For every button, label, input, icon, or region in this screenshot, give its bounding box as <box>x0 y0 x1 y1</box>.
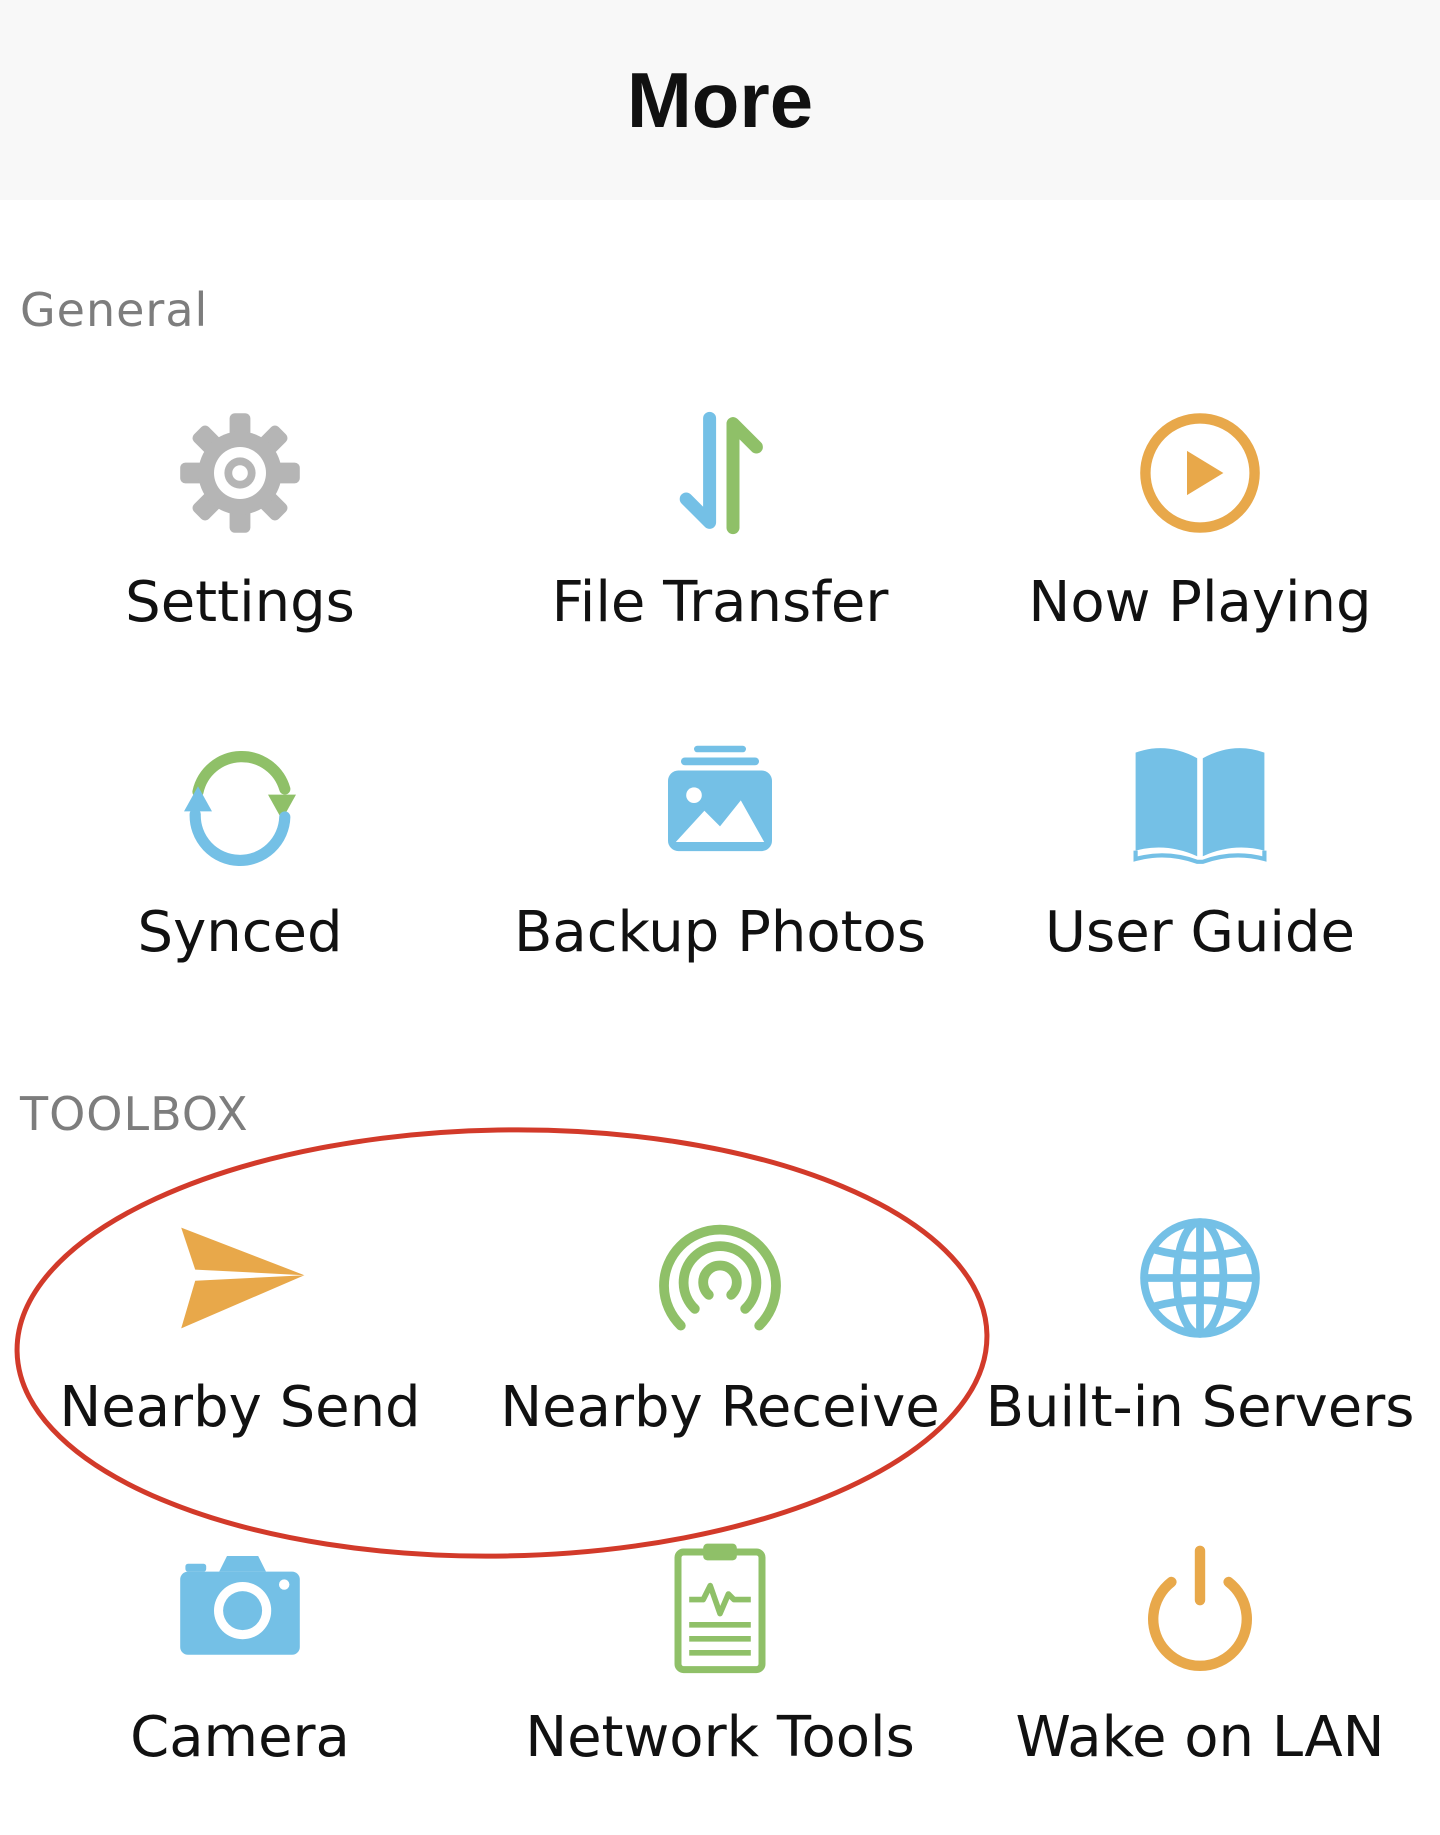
page-title: More <box>626 55 814 144</box>
header-bar: More <box>0 0 1440 200</box>
built-in-servers-tile[interactable]: Built-in Servers <box>960 1185 1440 1485</box>
backup-photos-tile[interactable]: Backup Photos <box>480 710 960 1010</box>
synced-tile[interactable]: Synced <box>0 710 480 1010</box>
file-transfer-label: File Transfer <box>551 570 889 635</box>
clipboard-pulse-icon <box>645 1533 795 1683</box>
paper-plane-icon <box>165 1203 315 1353</box>
settings-tile[interactable]: Settings <box>0 380 480 680</box>
nearby-send-label: Nearby Send <box>59 1375 421 1440</box>
gear-icon <box>165 398 315 548</box>
wake-on-lan-label: Wake on LAN <box>1015 1705 1385 1770</box>
nearby-receive-label: Nearby Receive <box>500 1375 940 1440</box>
camera-tile[interactable]: Camera <box>0 1515 480 1815</box>
transfer-arrows-icon <box>645 398 795 548</box>
built-in-servers-label: Built-in Servers <box>985 1375 1415 1440</box>
file-transfer-tile[interactable]: File Transfer <box>480 380 960 680</box>
wake-on-lan-tile[interactable]: Wake on LAN <box>960 1515 1440 1815</box>
backup-photos-label: Backup Photos <box>514 900 926 965</box>
network-tools-label: Network Tools <box>525 1705 915 1770</box>
nearby-receive-tile[interactable]: Nearby Receive <box>480 1185 960 1485</box>
power-icon <box>1125 1533 1275 1683</box>
globe-icon <box>1125 1203 1275 1353</box>
photo-stack-icon <box>645 728 795 878</box>
nearby-send-tile[interactable]: Nearby Send <box>0 1185 480 1485</box>
user-guide-label: User Guide <box>1045 900 1355 965</box>
section-title-toolbox: TOOLBOX <box>20 1087 249 1141</box>
radar-receive-icon <box>645 1203 795 1353</box>
settings-label: Settings <box>125 570 355 635</box>
sync-icon <box>165 728 315 878</box>
user-guide-tile[interactable]: User Guide <box>960 710 1440 1010</box>
now-playing-label: Now Playing <box>1028 570 1372 635</box>
open-book-icon <box>1125 728 1275 878</box>
synced-label: Synced <box>137 900 343 965</box>
camera-icon <box>165 1533 315 1683</box>
more-screen: More General Settings File Transfer Now … <box>0 0 1440 1835</box>
camera-label: Camera <box>130 1705 350 1770</box>
network-tools-tile[interactable]: Network Tools <box>480 1515 960 1815</box>
now-playing-tile[interactable]: Now Playing <box>960 380 1440 680</box>
play-circle-icon <box>1125 398 1275 548</box>
section-title-general: General <box>20 283 209 337</box>
